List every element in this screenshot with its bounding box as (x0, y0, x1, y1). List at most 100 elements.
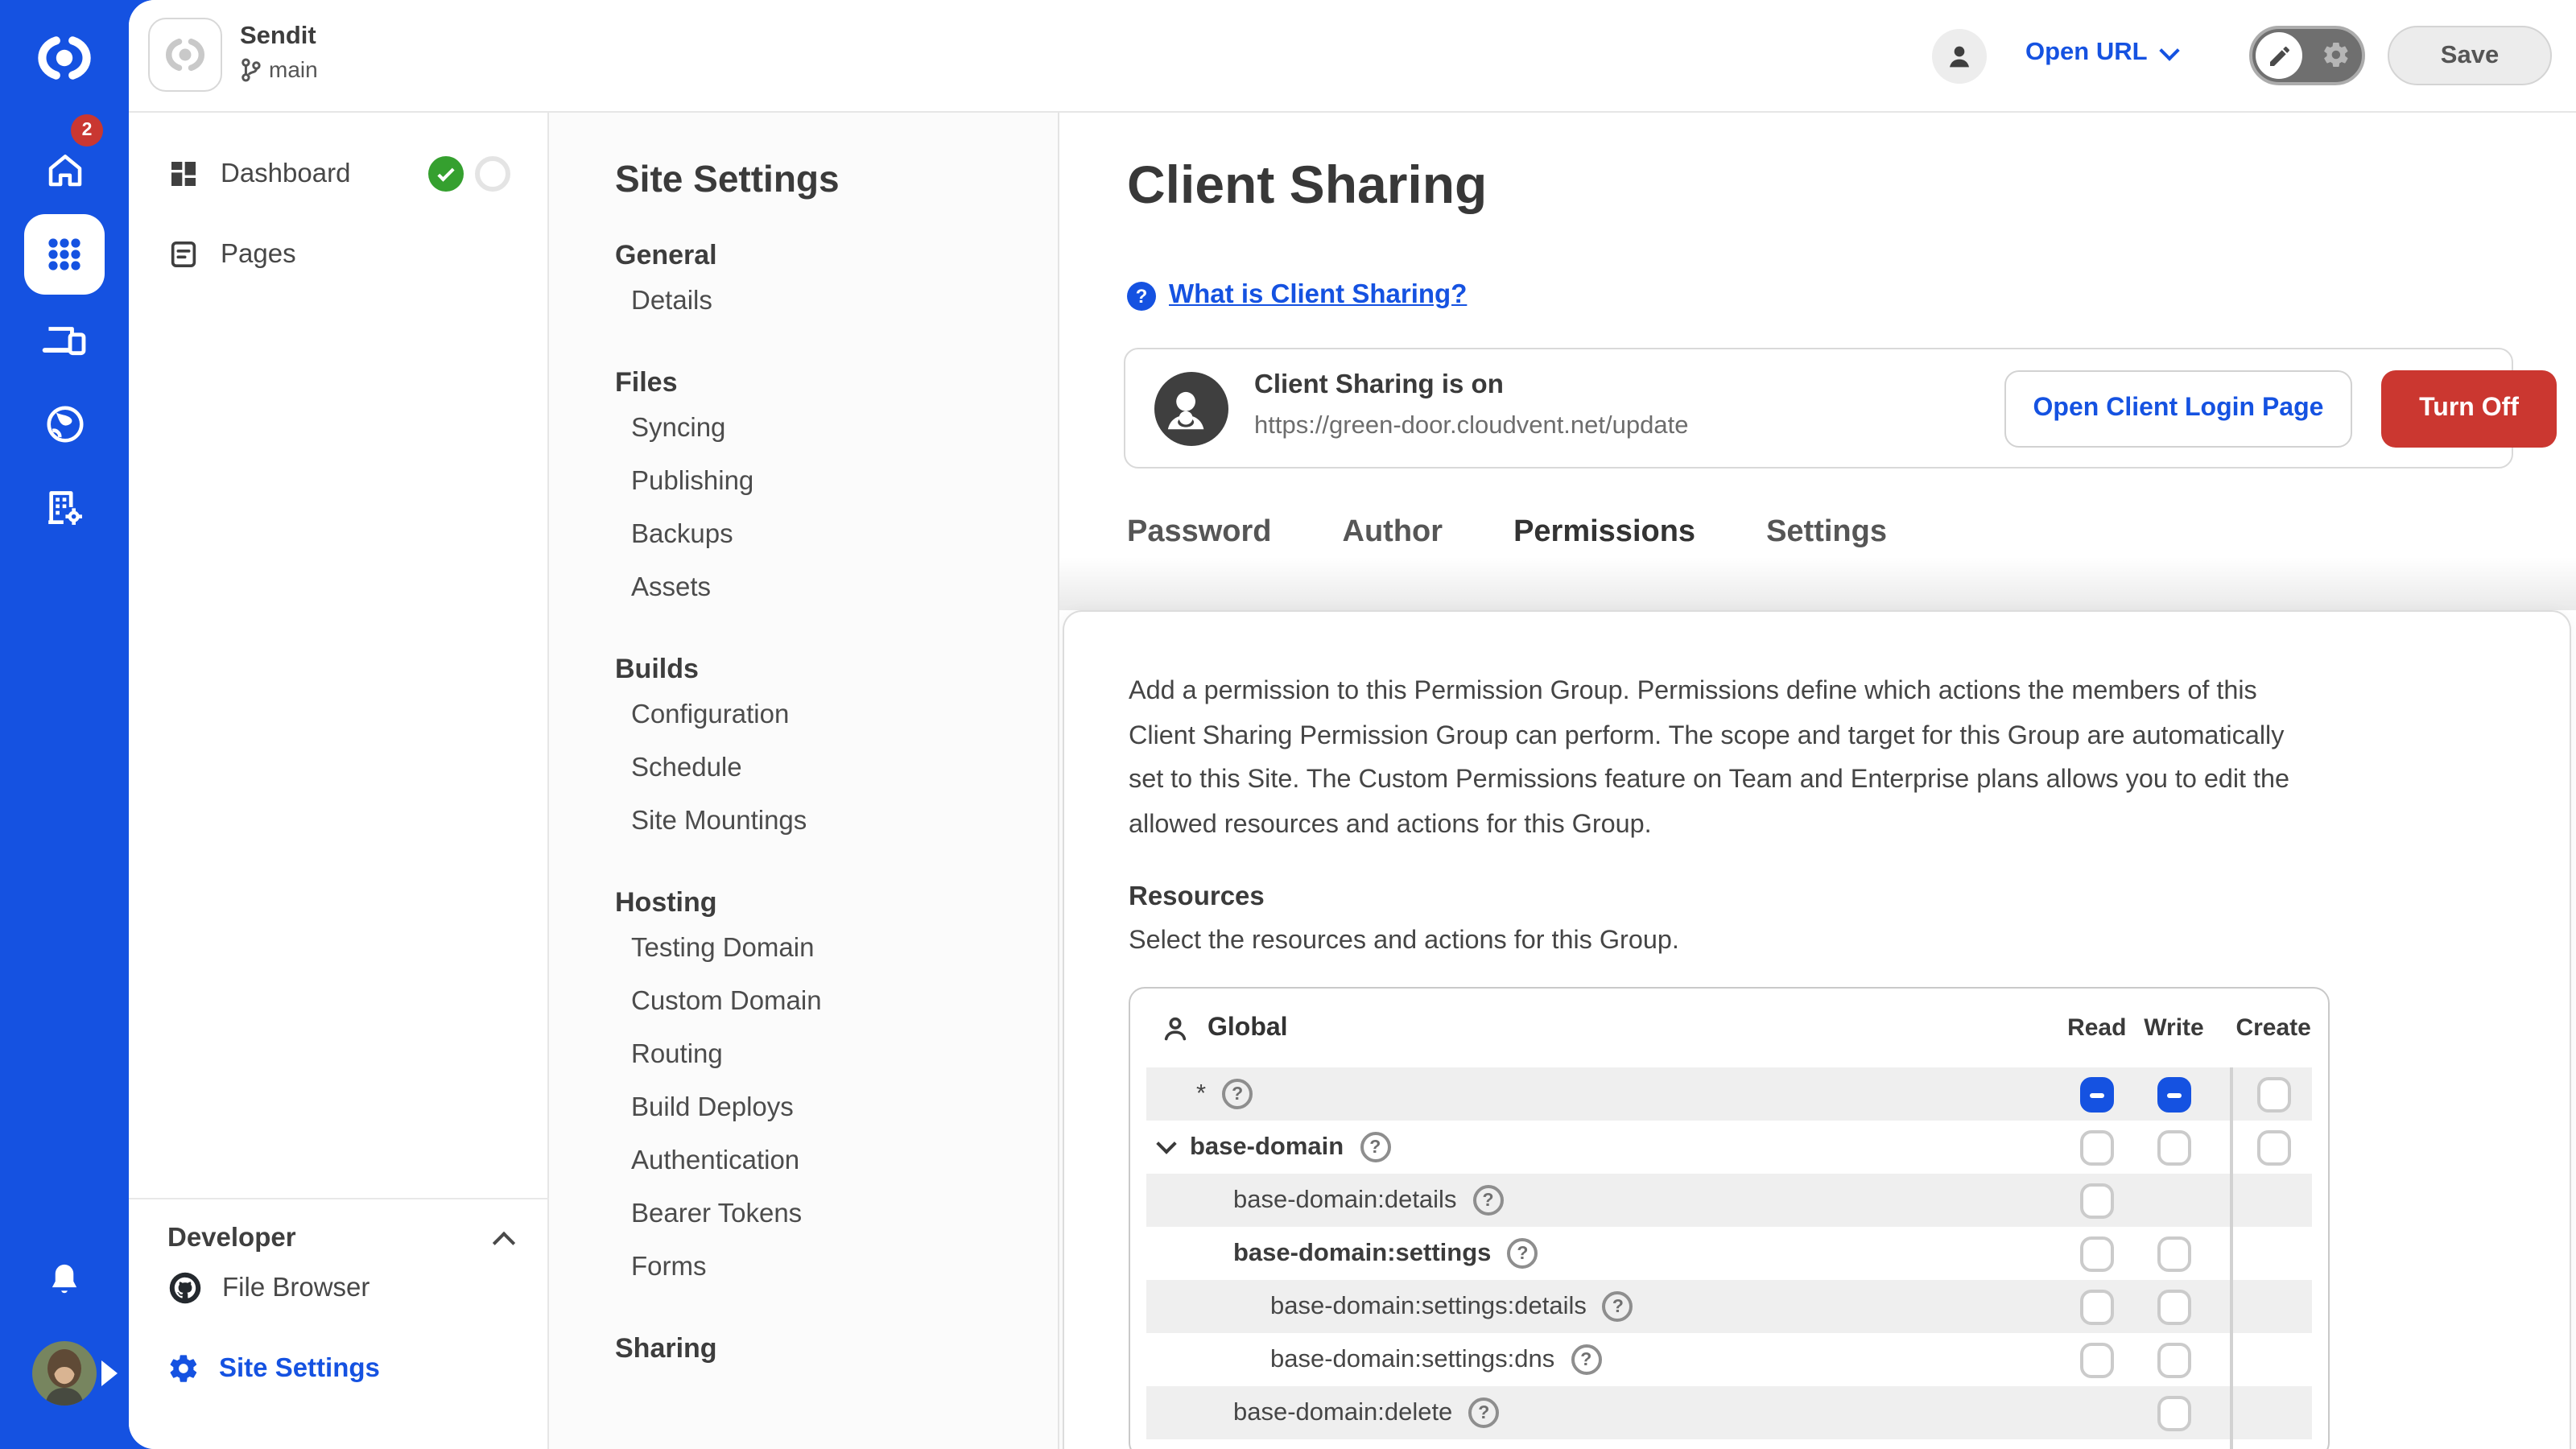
settings-section-sharing: Sharing (615, 1333, 1058, 1365)
checkbox-create[interactable] (2256, 1129, 2290, 1165)
divider (129, 1198, 549, 1199)
settings-section-general: GeneralDetails (615, 240, 1058, 328)
rail-globe-button[interactable] (0, 388, 129, 459)
checkbox-write[interactable] (2157, 1076, 2190, 1112)
checkbox-create[interactable] (2256, 1076, 2290, 1112)
resource-row-base-domain-settings-details: base-domain:settings:details? (1146, 1280, 2312, 1333)
what-is-client-sharing-link[interactable]: What is Client Sharing? (1169, 280, 1467, 311)
checkbox-read[interactable] (2080, 1236, 2114, 1271)
help-link-row[interactable]: ? What is Client Sharing? (1127, 280, 1467, 311)
resources-hint: Select the resources and actions for thi… (1129, 926, 2505, 956)
users-icon (1154, 372, 1228, 446)
gear-icon (167, 1352, 200, 1385)
sharing-url: https://green-door.cloudvent.net/update (1254, 412, 1688, 441)
settings-section-hosting: Hosting Testing DomainCustom DomainRoutin… (615, 887, 1058, 1294)
settings-nav-item-routing[interactable]: Routing (615, 1029, 1058, 1082)
settings-nav-item-backups[interactable]: Backups (615, 509, 1058, 562)
panel-expand-arrow[interactable] (101, 1360, 118, 1386)
resource-label: base-domain:details (1233, 1186, 1456, 1215)
site-chip[interactable]: Sendit main (148, 18, 318, 92)
settings-nav-item-bearer-tokens[interactable]: Bearer Tokens (615, 1188, 1058, 1241)
nav-item-file-browser[interactable]: File Browser (129, 1259, 549, 1317)
rail-devices-button[interactable] (0, 304, 129, 375)
sync-status-pending-icon (475, 156, 510, 192)
developer-label: Developer (167, 1224, 296, 1254)
nav-item-label: Pages (221, 239, 296, 270)
checkbox-read[interactable] (2080, 1129, 2114, 1165)
account-button[interactable] (1932, 29, 1987, 84)
edit-settings-toggle[interactable] (2249, 26, 2365, 85)
rail-apps-button[interactable] (24, 214, 105, 295)
settings-nav-item-authentication[interactable]: Authentication (615, 1135, 1058, 1188)
content-shell: Sendit main (129, 0, 2576, 1449)
help-icon[interactable]: ? (1571, 1344, 1601, 1375)
gear-icon (2322, 40, 2351, 69)
help-icon[interactable]: ? (1360, 1132, 1390, 1162)
resource-row-base-domain-settings-dns: base-domain:settings:dns? (1146, 1333, 2312, 1386)
checkbox-read[interactable] (2080, 1183, 2114, 1218)
settings-nav-title: Site Settings (615, 158, 1058, 201)
checkbox-write[interactable] (2157, 1129, 2190, 1165)
resource-label: base-domain:settings:details (1270, 1292, 1587, 1321)
help-icon[interactable]: ? (1468, 1397, 1499, 1428)
resource-row-base-domain-delete: base-domain:delete? (1146, 1386, 2312, 1439)
settings-nav-item-custom-domain[interactable]: Custom Domain (615, 976, 1058, 1029)
notification-badge: 2 (71, 114, 103, 147)
settings-nav: Site Settings GeneralDetails FilesSyncing… (549, 113, 1059, 1449)
open-client-login-button[interactable]: Open Client Login Page (2004, 370, 2352, 448)
settings-nav-item-details[interactable]: Details (615, 275, 1058, 328)
rail-home-button[interactable]: 2 (0, 134, 129, 204)
site-icon (148, 18, 222, 92)
help-circle-icon: ? (1127, 281, 1156, 310)
pencil-icon (2266, 43, 2292, 68)
settings-nav-item-testing-domain[interactable]: Testing Domain (615, 923, 1058, 976)
settings-section-header: Hosting (615, 887, 1058, 919)
help-icon[interactable]: ? (1472, 1185, 1503, 1216)
nav-item-site-settings[interactable]: Site Settings (129, 1340, 549, 1397)
checkbox-write[interactable] (2157, 1236, 2191, 1271)
settings-nav-item-schedule[interactable]: Schedule (615, 742, 1058, 795)
chevron-down-icon (2159, 39, 2179, 60)
client-sharing-banner: Client Sharing is on https://green-door.… (1124, 348, 2513, 469)
nav-item-pages[interactable]: Pages (129, 225, 549, 283)
settings-section-header: Files (615, 367, 1058, 399)
checkbox-write[interactable] (2157, 1289, 2191, 1324)
permissions-panel: Add a permission to this Permission Grou… (1063, 610, 2571, 1449)
settings-section-header: General (615, 240, 1058, 272)
settings-nav-item-configuration[interactable]: Configuration (615, 689, 1058, 742)
nav-item-dashboard[interactable]: Dashboard (129, 145, 549, 203)
rail-organization-button[interactable] (0, 472, 129, 543)
settings-nav-item-syncing[interactable]: Syncing (615, 402, 1058, 456)
user-avatar[interactable] (32, 1341, 97, 1406)
nav-item-label: Dashboard (221, 159, 350, 189)
app-rail: 2 (0, 0, 129, 1449)
settings-nav-item-build-deploys[interactable]: Build Deploys (615, 1082, 1058, 1135)
developer-section-toggle[interactable]: Developer (167, 1224, 512, 1254)
settings-section-builds: BuildsConfigurationScheduleSite Mounting… (615, 654, 1058, 848)
open-url-button[interactable]: Open URL (2025, 39, 2177, 68)
checkbox-read[interactable] (2080, 1076, 2114, 1112)
chevron-down-icon[interactable] (1156, 1133, 1176, 1154)
help-icon[interactable]: ? (1507, 1238, 1538, 1269)
edit-mode-knob (2256, 32, 2302, 79)
checkbox-read[interactable] (2080, 1342, 2114, 1377)
resources-table: Global Read Write Create *?base-domain?b… (1129, 987, 2330, 1449)
help-icon[interactable]: ? (1603, 1291, 1633, 1322)
github-icon (167, 1270, 203, 1306)
settings-nav-item-assets[interactable]: Assets (615, 562, 1058, 615)
person-icon (1159, 1012, 1191, 1044)
sharing-status-text: Client Sharing is on (1254, 370, 1504, 401)
help-icon[interactable]: ? (1222, 1079, 1253, 1109)
site-name: Sendit (240, 23, 318, 52)
checkbox-write[interactable] (2157, 1395, 2191, 1430)
settings-section-header: Sharing (615, 1333, 1058, 1365)
rail-notifications-button[interactable] (0, 1245, 129, 1315)
resource-label: base-domain:settings:dns (1270, 1345, 1554, 1374)
settings-nav-item-publishing[interactable]: Publishing (615, 456, 1058, 509)
checkbox-read[interactable] (2080, 1289, 2114, 1324)
turn-off-button[interactable]: Turn Off (2381, 370, 2557, 448)
save-button[interactable]: Save (2388, 26, 2552, 85)
settings-nav-item-forms[interactable]: Forms (615, 1241, 1058, 1294)
settings-nav-item-site-mountings[interactable]: Site Mountings (615, 795, 1058, 848)
checkbox-write[interactable] (2157, 1342, 2191, 1377)
